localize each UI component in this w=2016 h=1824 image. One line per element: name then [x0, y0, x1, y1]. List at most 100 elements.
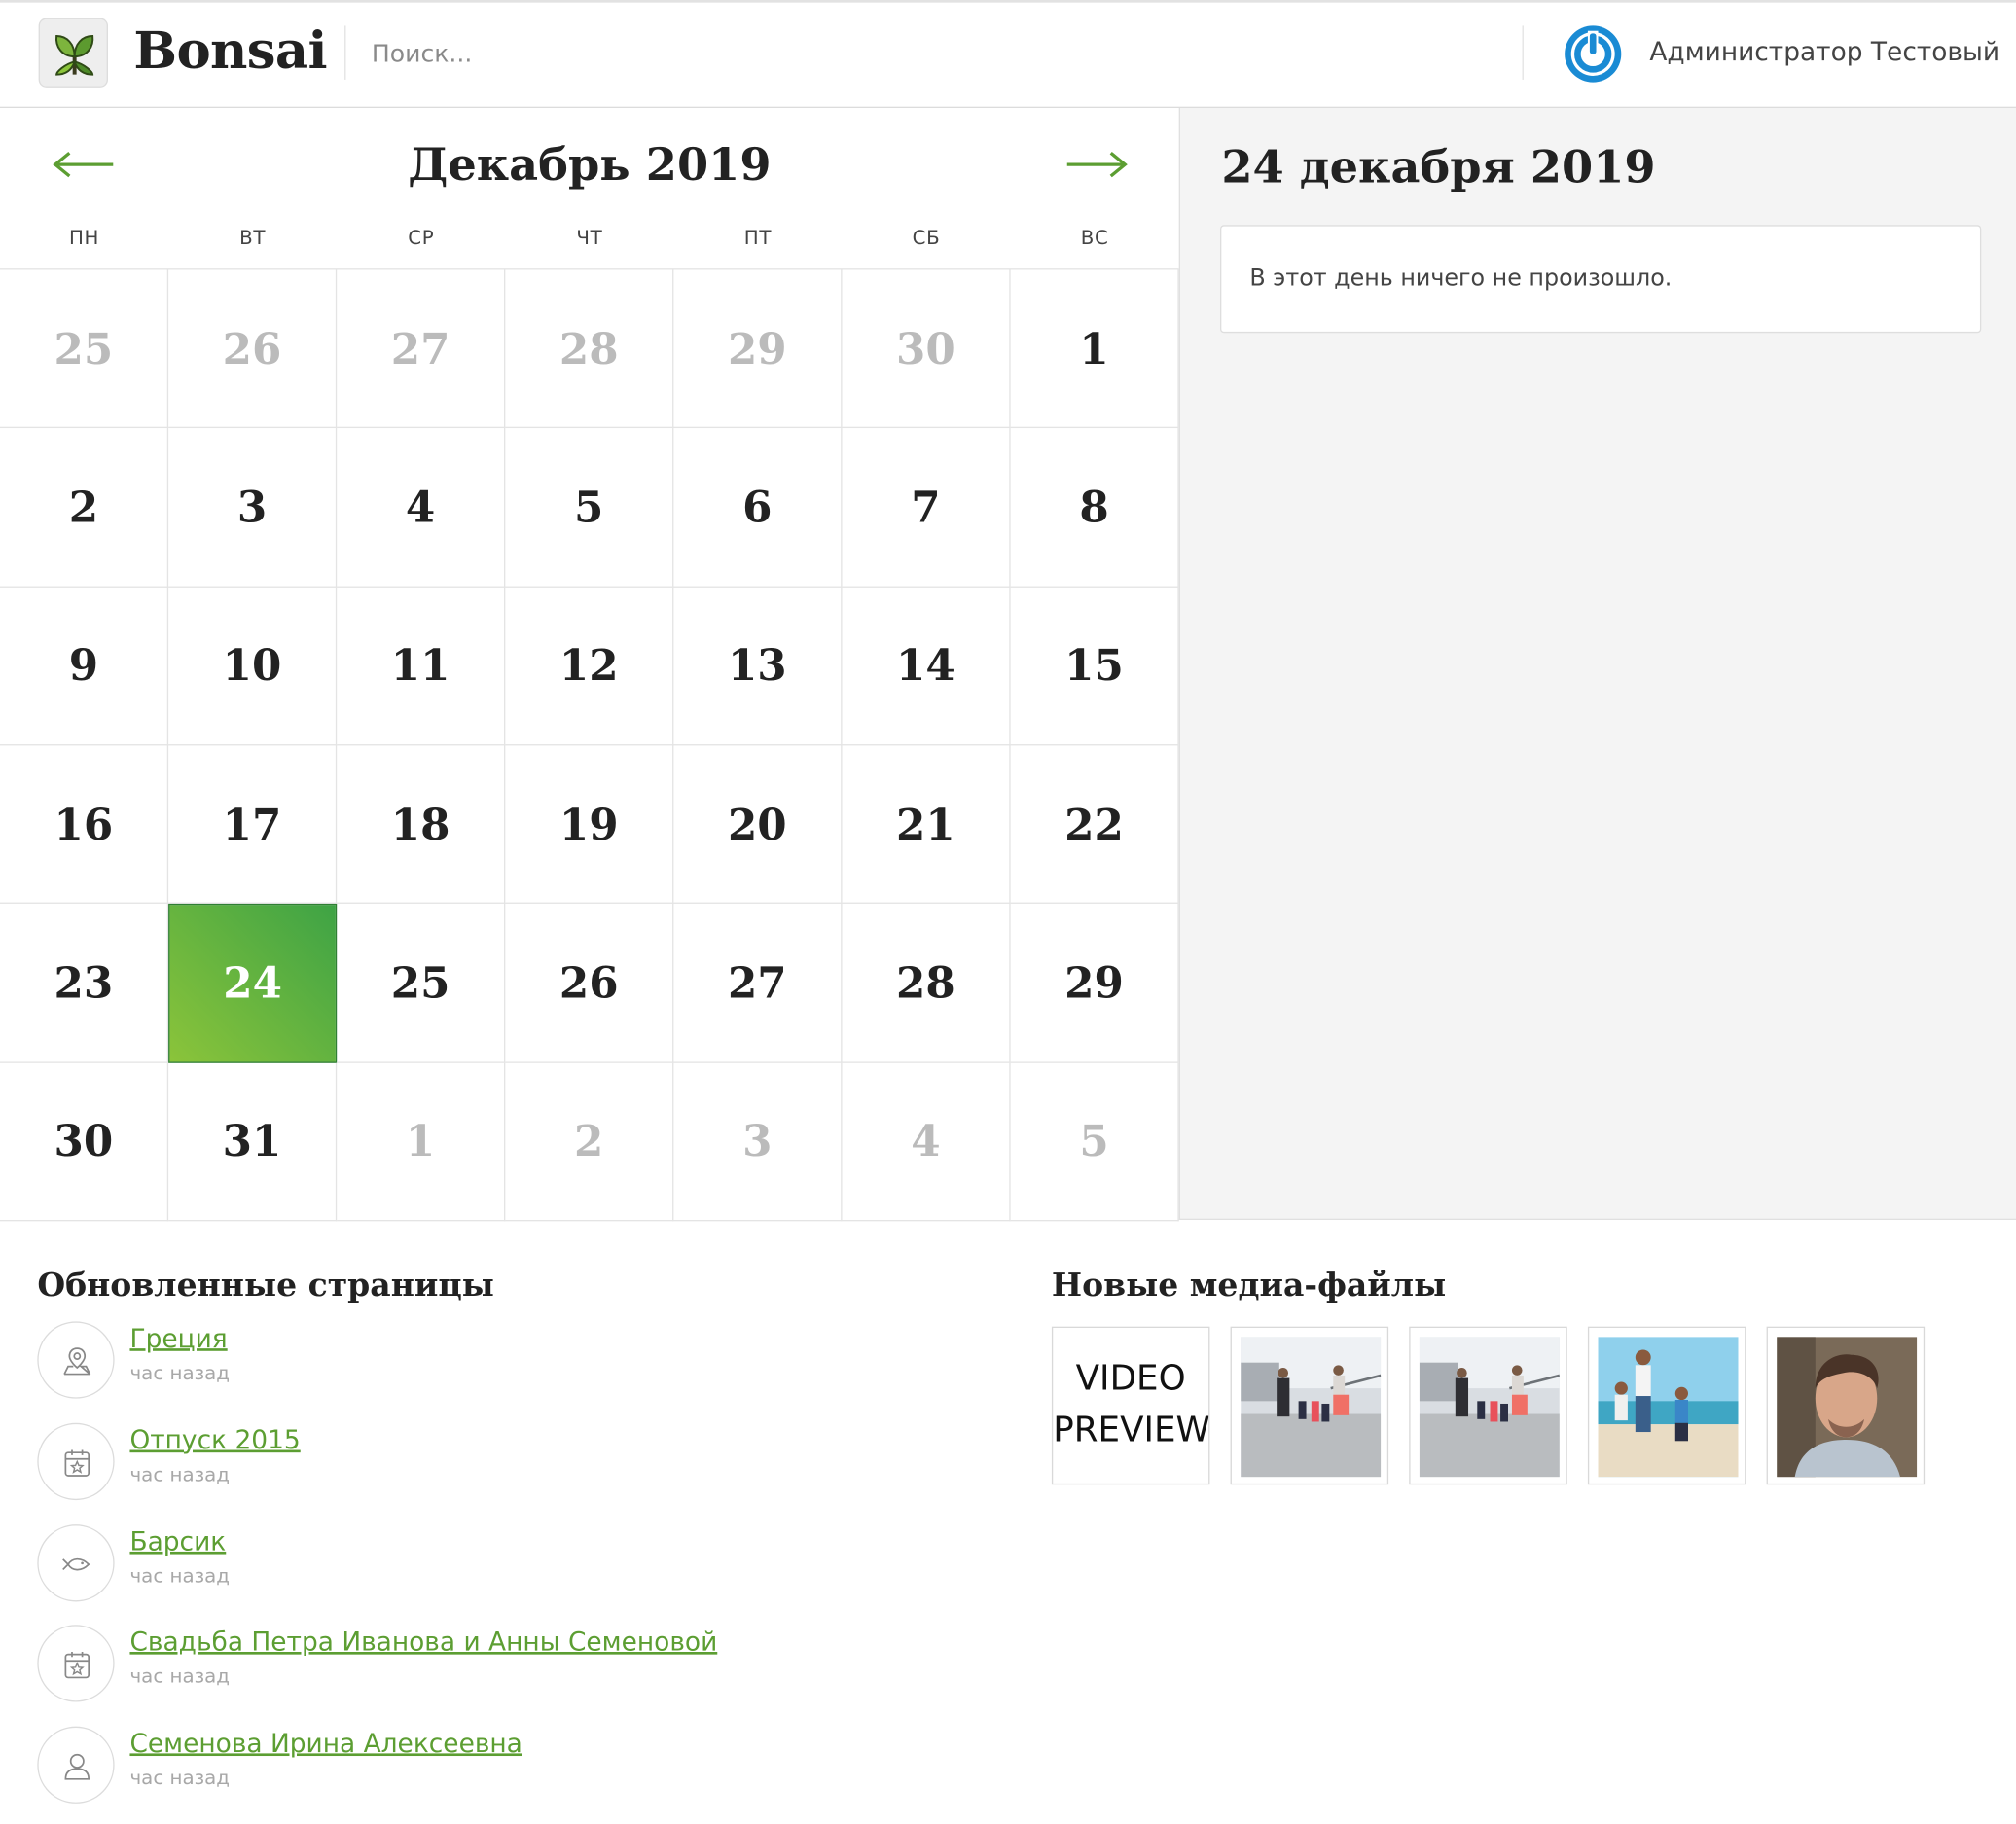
- map-pin-icon: [63, 1347, 91, 1376]
- page-time: час назад: [129, 1766, 231, 1790]
- weekday-label: СБ: [912, 226, 941, 250]
- calendar-day[interactable]: 23: [0, 904, 169, 1063]
- calendar-day-outside-month[interactable]: 27: [337, 269, 506, 429]
- page-icon-circle: [37, 1726, 115, 1804]
- calendar-star-icon: [64, 1449, 90, 1477]
- calendar-day[interactable]: 30: [0, 1062, 169, 1222]
- weekday-label: ВС: [1080, 226, 1109, 250]
- calendar-day-outside-month[interactable]: 3: [673, 1062, 843, 1222]
- page-time: час назад: [129, 1361, 231, 1385]
- fish-icon: [62, 1557, 90, 1571]
- calendar-day[interactable]: 16: [0, 745, 169, 905]
- beach-photo-image: [1598, 1337, 1739, 1478]
- selected-date-title: 24 декабря 2019: [1221, 141, 1656, 195]
- calendar-day-selected[interactable]: 24: [168, 904, 338, 1063]
- page-list-item: Греция час назад: [37, 1321, 937, 1401]
- calendar-day[interactable]: 21: [842, 745, 1011, 905]
- calendar-day[interactable]: 17: [168, 745, 338, 905]
- video-preview-label: VIDEO PREVIEW: [1053, 1353, 1208, 1456]
- calendar-day-outside-month[interactable]: 1: [337, 1062, 506, 1222]
- page-list-item: Семенова Ирина Алексеевна час назад: [37, 1726, 937, 1806]
- calendar-day[interactable]: 22: [1010, 745, 1179, 905]
- page-link[interactable]: Отпуск 2015: [129, 1424, 300, 1455]
- weekday-label: СР: [408, 226, 435, 250]
- calendar-day[interactable]: 8: [1010, 428, 1179, 588]
- calendar-day[interactable]: 12: [505, 587, 674, 746]
- new-media-heading: Новые медиа-файлы: [1051, 1266, 1447, 1304]
- family-photo-image: [1241, 1337, 1382, 1478]
- weekday-label: ЧТ: [576, 226, 603, 250]
- calendar-day-outside-month[interactable]: 29: [673, 269, 843, 429]
- page-link[interactable]: Греция: [129, 1323, 227, 1354]
- updated-pages-heading: Обновленные страницы: [37, 1266, 494, 1304]
- calendar-day[interactable]: 28: [842, 904, 1011, 1063]
- media-thumb-photo[interactable]: [1409, 1326, 1567, 1485]
- page-icon-circle: [37, 1625, 115, 1702]
- calendar-day[interactable]: 20: [673, 745, 843, 905]
- day-panel: 24 декабря 2019 В этот день ничего не пр…: [1178, 107, 2016, 1221]
- media-thumb-photo[interactable]: [1587, 1326, 1746, 1485]
- calendar-day[interactable]: 9: [0, 587, 169, 746]
- calendar-day[interactable]: 11: [337, 587, 506, 746]
- calendar-day[interactable]: 14: [842, 587, 1011, 746]
- weekday-label: ПТ: [743, 226, 773, 250]
- calendar-day[interactable]: 7: [842, 428, 1011, 588]
- calendar-day[interactable]: 5: [505, 428, 674, 588]
- video-label-line: VIDEO: [1075, 1358, 1186, 1399]
- logo[interactable]: [38, 18, 108, 88]
- weekday-label: ВТ: [239, 226, 267, 250]
- person-icon: [64, 1753, 90, 1780]
- calendar-day-outside-month[interactable]: 26: [168, 269, 338, 429]
- media-thumb-video[interactable]: VIDEO PREVIEW: [1051, 1326, 1210, 1485]
- calendar-day[interactable]: 26: [505, 904, 674, 1063]
- page-link[interactable]: Свадьба Петра Иванова и Анны Семеновой: [129, 1627, 717, 1658]
- calendar-day[interactable]: 25: [337, 904, 506, 1063]
- user-name[interactable]: Администратор Тестовый: [1649, 36, 1999, 67]
- weekday-header: ПН ВТ СР ЧТ ПТ СБ ВС: [0, 227, 1179, 270]
- calendar-day-outside-month[interactable]: 28: [505, 269, 674, 429]
- page-list-item: Свадьба Петра Иванова и Анны Семеновой ч…: [37, 1625, 937, 1704]
- calendar-day-outside-month[interactable]: 2: [505, 1062, 674, 1222]
- page-icon-circle: [37, 1321, 115, 1399]
- calendar-day[interactable]: 1: [1010, 269, 1179, 429]
- calendar-day[interactable]: 27: [673, 904, 843, 1063]
- calendar-day[interactable]: 13: [673, 587, 843, 746]
- video-label-line: PREVIEW: [1053, 1410, 1209, 1450]
- page-link[interactable]: Семенова Ирина Алексеевна: [129, 1728, 522, 1759]
- calendar-day-outside-month[interactable]: 30: [842, 269, 1011, 429]
- header-divider: [1522, 25, 1524, 80]
- page-list-item: Отпуск 2015 час назад: [37, 1422, 937, 1503]
- calendar-day[interactable]: 31: [168, 1062, 338, 1222]
- page-icon-circle: [37, 1422, 115, 1501]
- page-list-item: Барсик час назад: [37, 1524, 937, 1604]
- calendar-day-outside-month[interactable]: 25: [0, 269, 169, 429]
- calendar-grid: 25 26 27 28 29 30 1 2 3 4 5 6 7 8 9 10 11 12 13 14 15 16 17 18 1…: [0, 268, 1179, 1222]
- calendar-day[interactable]: 29: [1010, 904, 1179, 1063]
- weekday-label: ПН: [68, 226, 100, 250]
- calendar-day-outside-month[interactable]: 4: [842, 1062, 1011, 1222]
- calendar-day[interactable]: 18: [337, 745, 506, 905]
- page-time: час назад: [129, 1564, 231, 1588]
- brand-name[interactable]: Bonsai: [133, 20, 327, 81]
- calendar-day[interactable]: 3: [168, 428, 338, 588]
- calendar-day[interactable]: 19: [505, 745, 674, 905]
- media-thumb-photo[interactable]: [1766, 1326, 1926, 1485]
- calendar-star-icon: [64, 1651, 90, 1679]
- power-icon[interactable]: [1564, 24, 1623, 84]
- calendar-day-outside-month[interactable]: 5: [1010, 1062, 1179, 1222]
- top-bar: Bonsai Администратор Тестовый: [0, 0, 2016, 108]
- no-events-text: В этот день ничего не произошло.: [1249, 265, 1673, 292]
- page-time: час назад: [129, 1664, 231, 1688]
- calendar-day[interactable]: 15: [1010, 587, 1179, 746]
- media-thumb-photo[interactable]: [1230, 1326, 1389, 1485]
- arrow-right-icon[interactable]: [1060, 139, 1132, 191]
- search-input[interactable]: [362, 30, 1469, 78]
- page-link[interactable]: Барсик: [129, 1526, 226, 1557]
- page-time: час назад: [129, 1462, 231, 1486]
- day-events-box: В этот день ничего не произошло.: [1220, 225, 1982, 334]
- calendar-day[interactable]: 10: [168, 587, 338, 746]
- calendar-day[interactable]: 4: [337, 428, 506, 588]
- calendar-day[interactable]: 6: [673, 428, 843, 588]
- bonsai-leaves-icon: [55, 35, 94, 76]
- calendar-day[interactable]: 2: [0, 428, 169, 588]
